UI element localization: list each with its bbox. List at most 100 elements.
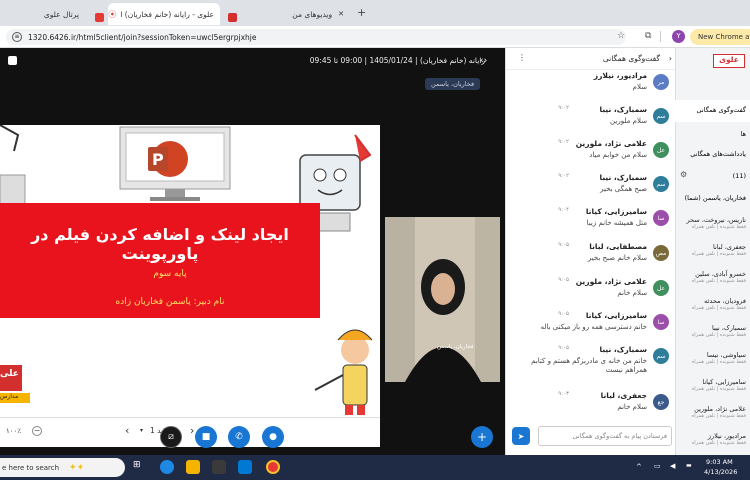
user-name: مرادیور، نیلارز [707,432,746,440]
browser-tab-bar: پرتال علوی علوی - رایانه (خانم فخاریان) … [0,0,750,26]
tray-chevron-icon[interactable]: ^ [636,463,642,471]
user-list-item[interactable]: علامی نژاد، ملورین فقط شنونده | تلفن همرا… [676,405,746,431]
chat-title: گفت‌وگوی همگانی [602,54,660,63]
user-status: فقط شنونده | تلفن همراه [691,413,746,419]
volume-icon[interactable]: ◀ [670,462,675,470]
collapse-chevron-icon[interactable]: ‹› [480,56,487,66]
bookmark-star-icon[interactable]: ☆ [617,31,625,41]
user-list-item[interactable]: خسرو آبادی، سلین فقط شنونده | تلفن همراه [676,270,746,296]
url-text: 1320.6426.ir/html5client/join?sessionTok… [28,32,257,42]
url-field[interactable]: ≡ 1320.6426.ir/html5client/join?sessionT… [6,29,626,45]
previous-slide-button[interactable]: ‹ [125,424,129,437]
user-list-item[interactable]: سمبارک، نیبا فقط شنونده | تلفن همراه [676,324,746,350]
user-name: سامیرزایی، کیانا [702,378,746,386]
tab-close-icon[interactable]: ✕ [338,10,344,18]
tab-portal[interactable]: پرتال علوی [0,3,85,25]
chat-message: جع جعفری، لبانا سلام خانم ۹:۰۳ [509,390,669,426]
user-name: ناریس، نیروخت، سحر [686,216,746,224]
chat-message-input[interactable]: فرستادن پیام به گفت‌وگوی همگانی [538,426,672,446]
user-name: جعفری، لبانا [713,243,746,251]
public-chat-panel: ‹ گفت‌وگوی همگانی ⋮ مر مرادیور، نیلارز سلا… [505,48,676,455]
camera-icon: ■ [201,432,211,442]
user-status: فقط شنونده | تلفن همراه [691,251,746,257]
message-text: سلام خانم صبح بخیر [587,254,647,262]
site-info-icon[interactable]: ≡ [12,32,22,42]
actions-icon[interactable] [8,56,17,65]
actions-plus-button[interactable]: + [471,426,493,448]
microphone-button[interactable]: ● [262,426,284,448]
chat-options-icon[interactable]: ⋮ [518,53,526,62]
share-screen-icon: ⧄ [168,432,174,442]
battery-icon[interactable]: ▬ [686,462,692,469]
file-explorer-icon[interactable] [186,460,200,474]
tab-meeting[interactable]: علوی - رایانه (خانم فخاریان) ا ⦿ ✕ [108,3,220,25]
presenter-video-frame [385,217,500,382]
slide-navigation: ۱۰۰٪ − ‹ ▾ اسلاید 1 › [0,417,380,447]
message-text: سلام خانم [617,289,647,297]
user-list-item[interactable]: سامیرزایی، کیانا فقط شنونده | تلفن همراه [676,378,746,404]
chat-message: سم سمبارک، نیبا خانم من خانه ی مادربزگم هس… [509,344,669,380]
user-list-item[interactable]: جعفری، لبانا فقط شنونده | تلفن همراه [676,243,746,269]
zoom-level: ۱۰۰٪ [6,427,22,435]
store-icon[interactable] [212,460,226,474]
message-time: ۹:۰۵ [558,311,569,317]
user-name: خسرو آبادی، سلین [695,270,746,278]
send-icon: ➤ [517,431,525,441]
presenter-user-item[interactable]: فخاریان، یاسمن (شما) [685,194,746,202]
message-time: ۹:۰۳ [558,391,569,397]
chat-message: عل علامی نژاد، ملورین سلام من خوابم میاد ۹:… [509,138,669,174]
message-time: ۹:۰۵ [558,345,569,351]
user-list-item[interactable]: سیاوشی، نیسا فقط شنونده | تلفن همراه [676,351,746,377]
taskbar-search-text: e here to search [2,463,60,472]
message-time: ۹:۰۲ [558,173,569,179]
users-settings-gear-icon[interactable]: ⚙ [680,170,687,179]
edge-browser-icon[interactable] [160,460,174,474]
kid-mascot [341,336,369,364]
task-view-icon[interactable]: ⊞ [133,460,147,474]
user-status: فقط شنونده | تلفن همراه [691,440,746,446]
send-message-button[interactable]: ➤ [512,427,530,445]
presentation-slide: P ایجاد لینک و اضافه کردن فیلم در پاورپو… [0,125,380,447]
chrome-browser-icon[interactable] [266,460,280,474]
chat-back-chevron-icon[interactable]: ‹ [669,54,672,63]
message-author: سمبارک، نیبا [599,345,648,354]
profile-avatar[interactable]: Y [672,30,685,43]
network-icon[interactable]: ▭ [654,462,661,470]
user-list-item[interactable]: فرودیان، محدثه فقط شنونده | تلفن همراه [676,297,746,323]
user-list-item[interactable]: ناریس، نیروخت، سحر فقط شنونده | تلفن همرا… [676,216,746,242]
clock-time: 9:03 AM [706,458,733,466]
slide-select-chevron-icon[interactable]: ▾ [140,427,143,434]
menu-item-notes[interactable]: ها [741,130,746,138]
menu-item-public-chat[interactable]: گفت‌وگوی همگانی [675,100,750,122]
slide-grade: پایه سوم [153,269,187,279]
video-toggle-button[interactable]: ■ [195,426,217,448]
chat-header: ‹ گفت‌وگوی همگانی ⋮ [506,48,676,70]
user-status: فقط شنونده | تلفن همراه [691,305,746,311]
tab-title: علوی - رایانه (خانم فخاریان) ا [120,9,214,19]
zoom-out-button[interactable]: − [32,426,42,436]
user-status: فقط شنونده | تلفن همراه [691,386,746,392]
share-screen-button[interactable]: ⧄ [160,426,182,448]
new-tab-button[interactable]: + [357,6,366,19]
hand-illustration [0,125,20,152]
message-author: سمبارک، نیبا [599,105,648,114]
mail-icon[interactable] [238,460,252,474]
taskbar-search-field[interactable]: e here to search ✦✦ [0,458,125,477]
tab-videos[interactable]: ✕ ویدیوهای من [240,3,350,25]
chrome-update-badge[interactable]: New Chrome ava [690,29,750,45]
laptop-illustration [0,174,26,206]
message-author: علامی نژاد، ملورین [575,277,647,286]
avatar: سم [653,176,669,192]
clock-date: 4/13/2026 [704,468,738,476]
user-name: علامی نژاد، ملورین [694,405,746,413]
address-bar: ≡ 1320.6426.ir/html5client/join?sessionT… [0,26,750,48]
next-slide-button[interactable]: › [190,424,194,437]
message-author: مرادیور، نیلارز [593,71,647,80]
user-status: فقط شنونده | تلفن همراه [691,359,746,365]
extensions-icon[interactable]: ⧉ [645,31,651,41]
menu-item-shared-notes[interactable]: یادداشت‌های همگانی [690,150,746,158]
avatar: سم [653,348,669,364]
audio-phone-button[interactable]: ✆ [228,426,250,448]
avatar: عل [653,280,669,296]
tab-favicon-icon [228,7,237,26]
